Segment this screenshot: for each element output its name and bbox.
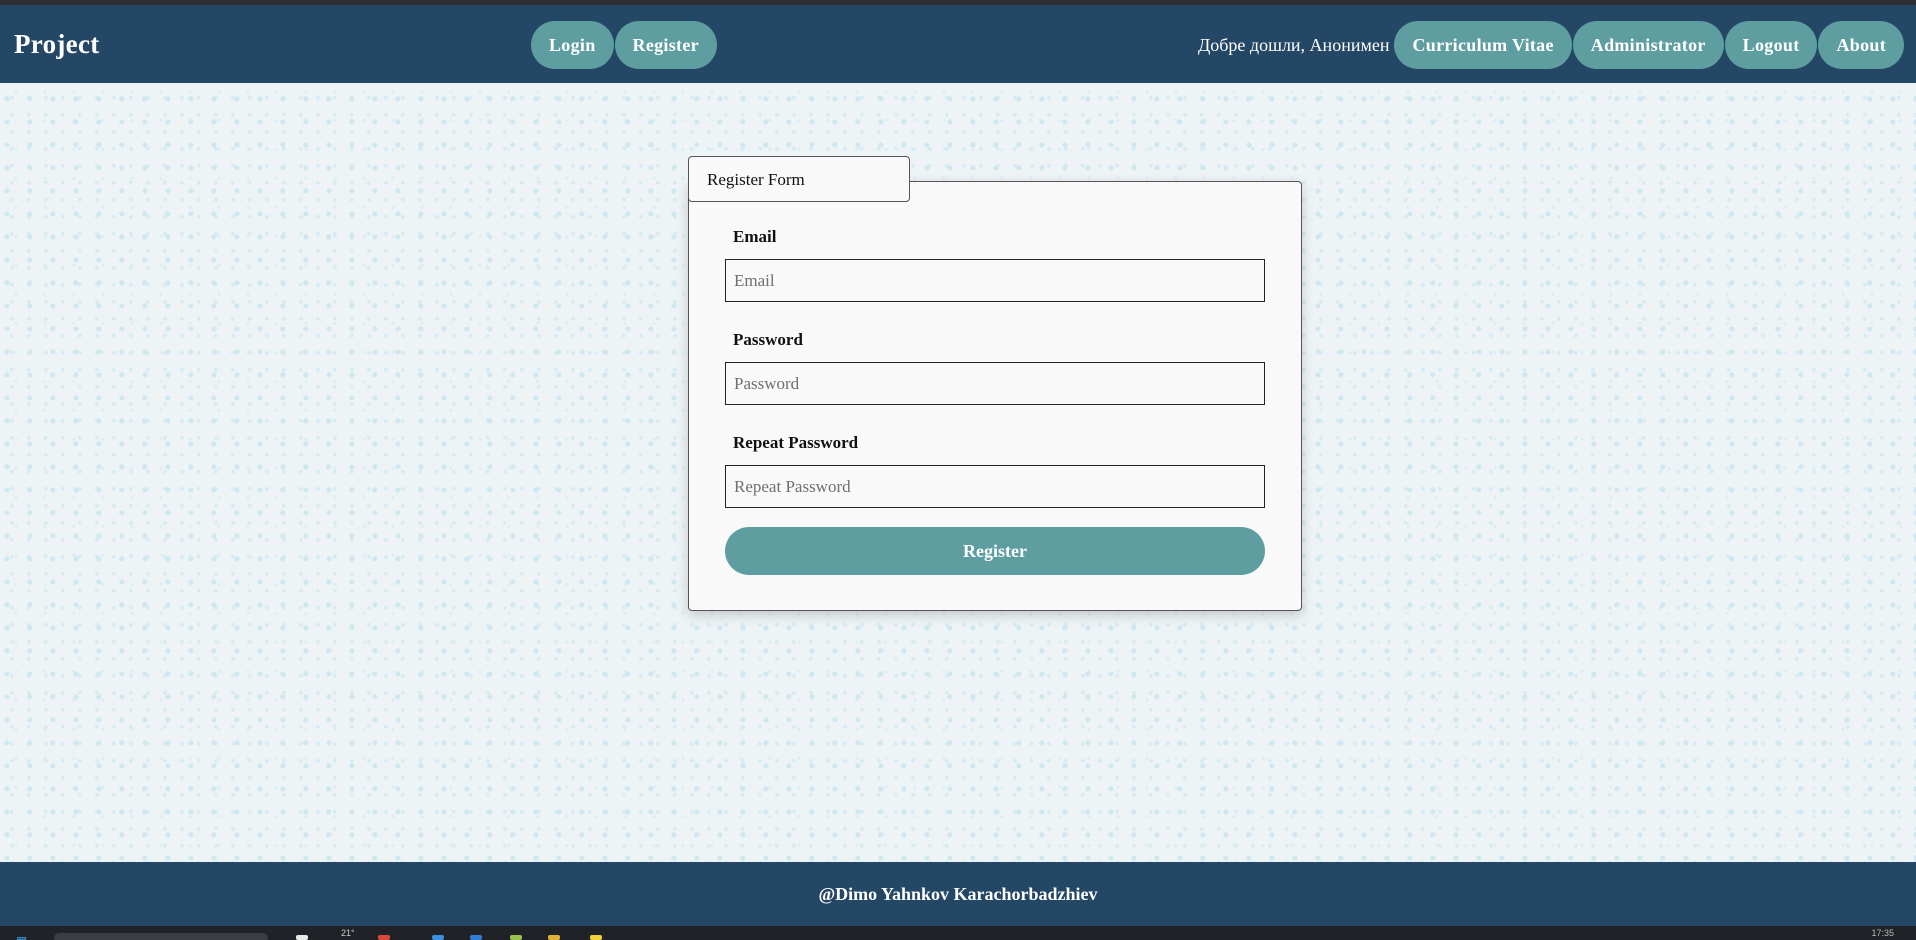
page-footer: @Dimo Yahnkov Karachorbadzhiev xyxy=(0,862,1916,926)
os-taskbar: ▦ 21° 17:35 xyxy=(0,926,1916,940)
windows-start-icon[interactable]: ▦ xyxy=(16,934,38,940)
folder-icon[interactable] xyxy=(548,935,560,940)
taskbar-clock[interactable]: 17:35 xyxy=(1871,928,1894,938)
nav-register-button[interactable]: Register xyxy=(614,21,717,69)
email-label: Email xyxy=(733,227,777,246)
nav-login-button[interactable]: Login xyxy=(531,21,614,69)
taskbar-search-input[interactable] xyxy=(54,933,268,940)
repeat-password-label: Repeat Password xyxy=(733,433,859,452)
register-form-card: Email Password Repeat Password Register xyxy=(688,181,1302,611)
active-app-icon[interactable] xyxy=(590,935,602,940)
app-icon[interactable] xyxy=(510,935,522,940)
mail-icon[interactable] xyxy=(470,935,482,940)
register-submit-button[interactable]: Register xyxy=(725,527,1265,575)
browser-icon[interactable] xyxy=(378,935,390,940)
file-explorer-icon[interactable] xyxy=(296,935,308,940)
brand-logo[interactable]: Project xyxy=(14,29,100,60)
nav-cv-button[interactable]: Curriculum Vitae xyxy=(1394,21,1572,69)
form-title-tab: Register Form xyxy=(688,156,910,202)
nav-center-group: Login Register xyxy=(531,21,717,69)
password-field[interactable] xyxy=(725,362,1265,405)
repeat-password-field[interactable] xyxy=(725,465,1265,508)
top-navbar: Project Login Register Добре дошли, Анон… xyxy=(0,5,1916,83)
nav-about-button[interactable]: About xyxy=(1818,21,1904,69)
store-icon[interactable] xyxy=(432,935,444,940)
email-field[interactable] xyxy=(725,259,1265,302)
nav-logout-button[interactable]: Logout xyxy=(1724,21,1818,69)
welcome-text: Добре дошли, Анонимен xyxy=(1198,34,1390,55)
taskbar-weather[interactable]: 21° xyxy=(341,928,355,938)
nav-right-group: Добре дошли, Анонимен Curriculum Vitae A… xyxy=(1198,21,1904,69)
password-label: Password xyxy=(733,330,803,349)
nav-administrator-button[interactable]: Administrator xyxy=(1572,21,1724,69)
